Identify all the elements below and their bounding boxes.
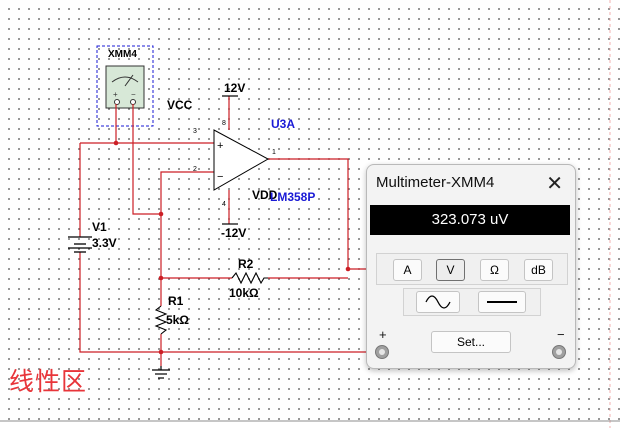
annotation-note: 线性区 <box>9 367 88 396</box>
svg-text:−: − <box>217 171 223 183</box>
vcc-label: VCC <box>167 98 193 112</box>
neg-supply-label: -12V <box>221 226 247 240</box>
dc-mode-button[interactable] <box>478 291 526 313</box>
multimeter-title: Multimeter-XMM4 <box>376 174 495 191</box>
r2-name-label: R2 <box>238 257 254 271</box>
voltmeter-button[interactable]: V <box>436 259 465 281</box>
pin-8-label: 8 <box>222 120 226 127</box>
source-name-label: V1 <box>92 220 107 234</box>
ac-mode-button[interactable] <box>416 291 460 313</box>
r2-value-label: 10kΩ <box>229 286 259 300</box>
decibel-button[interactable]: dB <box>524 259 553 281</box>
ground-symbol[interactable] <box>152 366 170 379</box>
set-button[interactable]: Set... <box>431 331 511 353</box>
battery-symbol[interactable] <box>68 236 92 253</box>
plus-terminal-label: + <box>379 327 387 342</box>
measure-mode-group: A V Ω dB <box>376 253 568 285</box>
pos-supply-label: 12V <box>224 81 246 95</box>
resistor-r1-symbol[interactable] <box>154 305 168 335</box>
ammeter-button[interactable]: A <box>393 259 422 281</box>
source-value-label: 3.3V <box>92 236 117 250</box>
sine-wave-icon <box>425 295 451 309</box>
resistor-r2-symbol[interactable] <box>231 271 268 285</box>
pin-3-label: 3 <box>193 128 197 135</box>
minus-terminal[interactable] <box>552 345 566 359</box>
signal-mode-group <box>403 288 541 316</box>
minus-terminal-label: − <box>557 327 565 342</box>
opamp-symbol[interactable]: + − <box>213 129 270 191</box>
opamp-model-label: LM358P <box>270 190 316 204</box>
close-icon[interactable]: ✕ <box>546 171 563 196</box>
multimeter-panel[interactable]: Multimeter-XMM4 ✕ 323.073 uV A V Ω dB Se… <box>366 164 576 369</box>
pin-2-label: 2 <box>193 166 197 173</box>
svg-text:−: − <box>131 90 136 99</box>
svg-text:+: + <box>113 90 118 99</box>
r1-name-label: R1 <box>168 294 184 308</box>
ohmmeter-button[interactable]: Ω <box>480 259 509 281</box>
pin-4-label: 4 <box>222 201 226 208</box>
multimeter-reading: 323.073 uV <box>370 205 570 235</box>
pin-1-label: 1 <box>272 149 276 156</box>
xmm-label: XMM4 <box>108 49 137 60</box>
dc-line-icon <box>487 301 517 303</box>
r1-value-label: 5kΩ <box>166 313 189 327</box>
opamp-name-label: U3A <box>271 117 296 131</box>
plus-terminal[interactable] <box>375 345 389 359</box>
svg-text:+: + <box>217 140 223 152</box>
